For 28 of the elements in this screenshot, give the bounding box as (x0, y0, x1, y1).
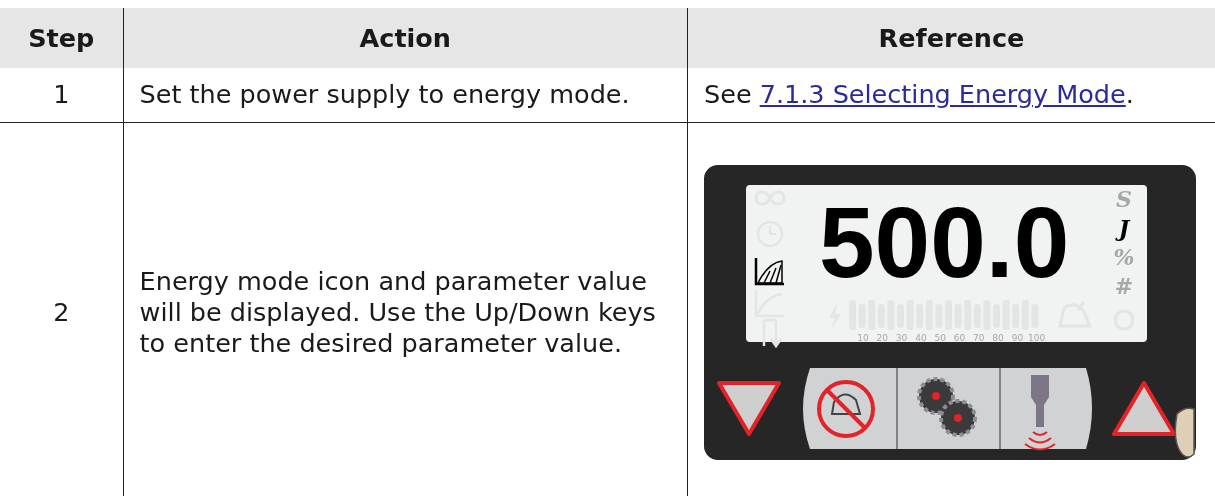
scale-label: 100 (1028, 333, 1046, 344)
scale-label: 40 (915, 333, 927, 344)
unit-label: S (1116, 186, 1132, 213)
scale-label: 20 (876, 333, 889, 344)
unit-label: # (1114, 273, 1134, 300)
step-number: 2 (53, 296, 70, 327)
horn-button[interactable] (1024, 375, 1056, 451)
column-header: Step (0, 8, 124, 68)
scale-label: 30 (895, 333, 908, 344)
unit-label: % (1113, 244, 1135, 271)
up-button[interactable] (1112, 381, 1176, 437)
scale-label: 80 (992, 333, 1004, 344)
scale-label: 70 (973, 333, 985, 344)
scale-label: 10 (857, 333, 869, 344)
digital-readout: 500.0 (819, 186, 1070, 299)
reference-text: See 7.1.3 Selecting Energy Mode. (704, 79, 1134, 110)
column-header: Action (123, 8, 688, 68)
step-number: 1 (53, 79, 70, 110)
scale-label: 90 (1011, 333, 1024, 344)
action-text: Energy mode icon and parameter value will be displayed. Use the Up/Down keys to enter the desired parameter value. (139, 265, 656, 358)
scale-label: 50 (934, 333, 946, 344)
action-text: Set the power supply to energy mode. (139, 79, 630, 110)
column-header: Reference (687, 8, 1215, 68)
alarm-mute-button[interactable] (817, 380, 875, 439)
gears-button[interactable] (917, 377, 977, 438)
down-button[interactable] (717, 381, 781, 437)
reference-link[interactable]: 7.1.3 Selecting Energy Mode (759, 79, 1126, 110)
scale-label: 60 (953, 333, 966, 344)
